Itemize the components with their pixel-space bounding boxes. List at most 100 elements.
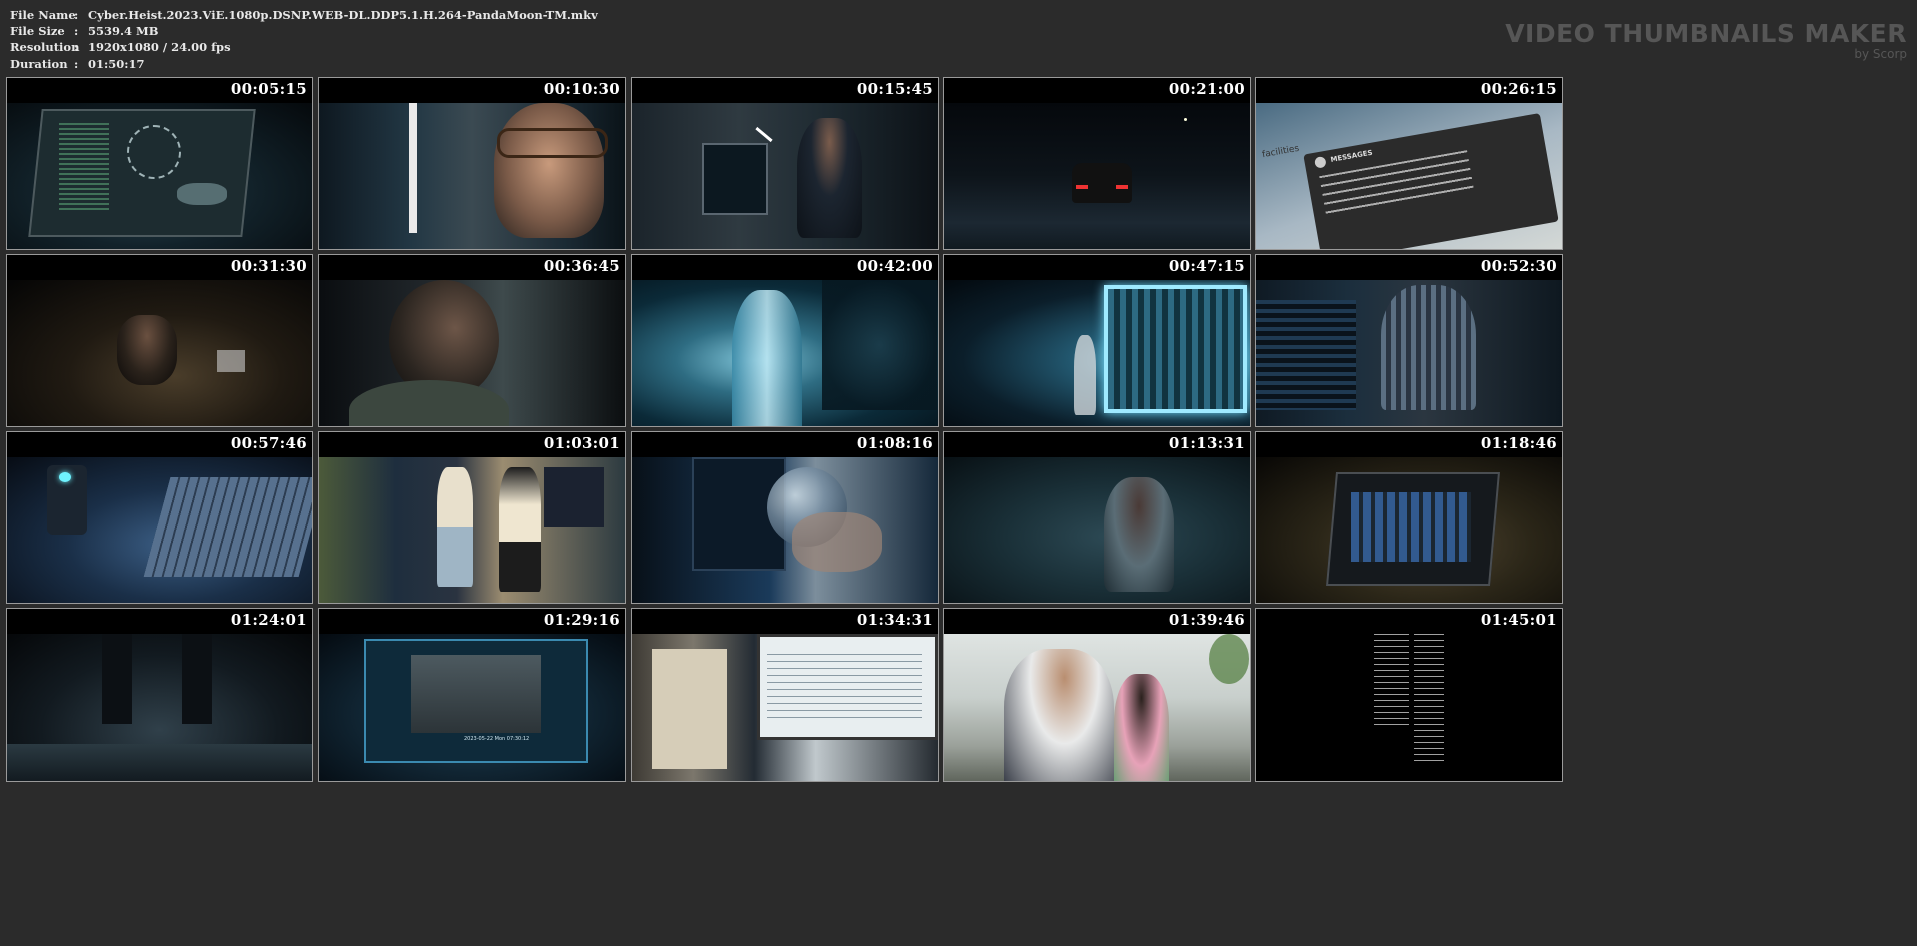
spreadsheet-lines <box>767 654 922 724</box>
thumbnail[interactable]: 01:08:16 <box>631 431 939 604</box>
timestamp: 00:57:46 <box>230 434 307 452</box>
light-strip <box>409 103 417 233</box>
duration-row: Duration : 01:50:17 <box>10 56 598 72</box>
person-graphic <box>1381 285 1476 410</box>
tail-light <box>1076 185 1088 189</box>
watermark-logo: VIDEO THUMBNAILS MAKER by Scorp <box>1505 20 1907 62</box>
resolution-label: Resolution <box>10 40 80 55</box>
world-map-graphic <box>177 183 227 205</box>
file-size-row: File Size : 5539.4 MB <box>10 23 598 39</box>
timestamp: 00:52:30 <box>1480 257 1557 275</box>
timestamp: 01:34:31 <box>856 611 933 629</box>
portal-frame <box>1104 285 1247 413</box>
tree-trunk-graphic <box>732 290 802 426</box>
thumbnail[interactable]: 01:29:16 2023-05-22 Mon 07:30:12 <box>318 608 626 782</box>
globe-graphic <box>127 125 181 179</box>
tail-light <box>1116 185 1128 189</box>
thumbnail[interactable]: 00:26:15 MESSAGES facilities <box>1255 77 1563 250</box>
timestamp: 00:05:15 <box>230 80 307 98</box>
child-graphic <box>1114 674 1169 781</box>
thumbnail-grid: 00:05:15 00:10:30 00:15:45 00:21:00 00:2… <box>6 77 1912 942</box>
credits-text-block <box>1414 634 1444 764</box>
timestamp: 01:39:46 <box>1168 611 1245 629</box>
timestamp: 01:03:01 <box>543 434 620 452</box>
thumbnail[interactable]: 01:03:01 <box>318 431 626 604</box>
timestamp: 00:31:30 <box>230 257 307 275</box>
file-name-row: File Name : Cyber.Heist.2023.ViE.1080p.D… <box>10 7 598 23</box>
bulletin-board <box>544 467 604 527</box>
clipboard-graphic <box>652 649 727 769</box>
thumbnail[interactable]: 00:15:45 <box>631 77 939 250</box>
video-frame <box>1256 280 1562 426</box>
car-graphic <box>1072 163 1132 203</box>
timestamp: 01:18:46 <box>1480 434 1557 452</box>
code-text-graphic <box>59 123 109 213</box>
video-frame <box>319 103 625 249</box>
face-graphic <box>494 103 604 238</box>
laptop-keyboard <box>143 477 312 577</box>
child-graphic <box>1104 477 1174 592</box>
side-text: facilities <box>1261 143 1300 161</box>
thumbnail[interactable]: 01:24:01 <box>6 608 313 782</box>
person-graphic <box>499 467 541 592</box>
video-frame <box>7 280 312 426</box>
video-frame <box>944 280 1250 426</box>
file-name-value: Cyber.Heist.2023.ViE.1080p.DSNP.WEB-DL.D… <box>88 8 598 22</box>
thumbnail[interactable]: 01:18:46 <box>1255 431 1563 604</box>
server-rack <box>1256 300 1356 410</box>
thumbnail[interactable]: 00:42:00 <box>631 254 939 427</box>
video-frame <box>632 280 938 426</box>
glasses-graphic <box>497 128 608 158</box>
camera-feed <box>411 655 541 733</box>
brand-subtitle: by Scorp <box>1854 47 1907 61</box>
timestamp: 00:21:00 <box>1168 80 1245 98</box>
separator: : <box>74 8 79 22</box>
thumbnail[interactable]: 01:34:31 <box>631 608 939 782</box>
screen-graphic: 2023-05-22 Mon 07:30:12 <box>364 639 588 763</box>
thumbnail[interactable]: 00:05:15 <box>6 77 313 250</box>
video-frame <box>632 457 938 603</box>
credits-text-block <box>1374 634 1409 729</box>
thumbnail[interactable]: 00:10:30 <box>318 77 626 250</box>
timestamp: 01:24:01 <box>230 611 307 629</box>
video-frame <box>319 280 625 426</box>
thumbnail[interactable]: 01:39:46 <box>943 608 1251 782</box>
video-frame <box>944 103 1250 249</box>
timestamp: 01:29:16 <box>543 611 620 629</box>
monitor-graphic <box>702 143 768 215</box>
timestamp: 00:47:15 <box>1168 257 1245 275</box>
separator: : <box>74 40 79 55</box>
person-graphic <box>437 467 473 587</box>
figure-graphic <box>182 634 212 724</box>
thumbnail[interactable]: 01:13:31 <box>943 431 1251 604</box>
person-graphic <box>117 315 177 385</box>
father-graphic <box>1004 649 1114 781</box>
thumbnail[interactable]: 01:45:01 <box>1255 608 1563 782</box>
timestamp: 00:42:00 <box>856 257 933 275</box>
resolution-value: 1920x1080 / 24.00 fps <box>88 40 231 55</box>
duration-value: 01:50:17 <box>88 56 145 71</box>
thumbnail[interactable]: 00:57:46 <box>6 431 313 604</box>
lamp-graphic <box>755 126 773 143</box>
video-frame <box>944 457 1250 603</box>
thumbnail[interactable]: 00:47:15 <box>943 254 1251 427</box>
tablet-ui-grid <box>1351 492 1471 562</box>
thumbnail[interactable]: 00:21:00 <box>943 77 1251 250</box>
timestamp: 00:10:30 <box>543 80 620 98</box>
thumbnail[interactable]: 00:31:30 <box>6 254 313 427</box>
shoulder-graphic <box>349 380 509 426</box>
video-frame <box>7 457 312 603</box>
thumbnail[interactable]: 00:52:30 <box>1255 254 1563 427</box>
hands-graphic <box>792 512 882 572</box>
video-frame <box>632 103 938 249</box>
video-frame <box>7 103 312 249</box>
timestamp: 01:45:01 <box>1480 611 1557 629</box>
plant-graphic <box>1209 634 1249 684</box>
video-frame <box>7 634 312 781</box>
video-frame: MESSAGES facilities <box>1256 103 1562 249</box>
camera-time: 2023-05-22 Mon 07:30:12 <box>464 736 530 742</box>
thumbnail[interactable]: 00:36:45 <box>318 254 626 427</box>
file-info: File Name : Cyber.Heist.2023.ViE.1080p.D… <box>10 7 598 72</box>
video-frame <box>1256 634 1562 781</box>
video-frame <box>632 634 938 781</box>
